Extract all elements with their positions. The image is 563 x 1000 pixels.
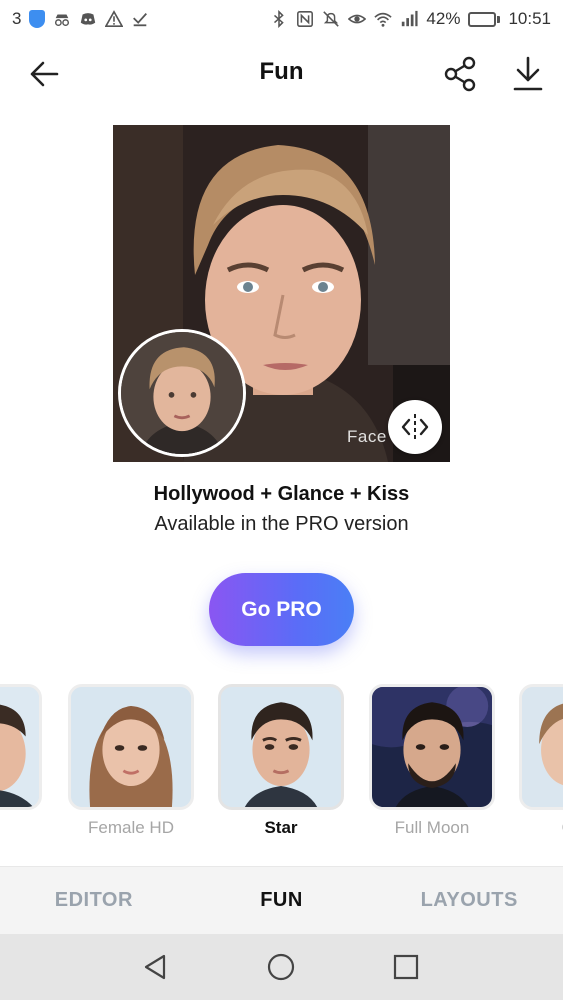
tab-fun[interactable]: FUN <box>188 867 376 934</box>
original-face-photo <box>121 332 243 454</box>
filter-label: Full Moon <box>394 818 470 837</box>
bottom-tab-bar: EDITOR FUN LAYOUTS <box>0 866 563 934</box>
signal-icon <box>400 10 418 28</box>
tab-editor[interactable]: EDITOR <box>0 867 188 934</box>
status-bar: 3 42% 10:51 <box>0 0 563 38</box>
go-pro-button[interactable]: Go PRO <box>209 573 354 646</box>
incognito-icon <box>53 10 71 28</box>
checkmark-icon <box>131 10 149 28</box>
nav-recents-button[interactable] <box>388 949 424 985</box>
shield-icon <box>29 10 46 28</box>
nav-back-button[interactable] <box>138 949 174 985</box>
filter-thumbnail[interactable] <box>68 684 194 810</box>
status-left: 3 <box>12 9 149 29</box>
wifi-icon <box>374 10 393 28</box>
discord-icon <box>79 10 97 28</box>
filter-label: Female HD <box>88 818 174 837</box>
warning-icon <box>105 10 124 28</box>
bluetooth-icon <box>270 10 288 28</box>
download-icon <box>513 56 543 91</box>
nav-home-button[interactable] <box>263 949 299 985</box>
nav-home-icon <box>267 953 295 981</box>
system-nav-bar <box>0 934 563 1000</box>
battery-percent: 42% <box>426 9 461 28</box>
original-photo-inset[interactable] <box>118 329 246 457</box>
watermark: Face <box>347 427 387 446</box>
compare-button[interactable] <box>388 400 442 454</box>
filter-carousel[interactable]: e Female HD Star Full Moon Genc <box>0 680 563 850</box>
filter-label: Genc <box>497 818 563 838</box>
nav-recents-icon <box>393 954 419 980</box>
back-arrow-icon <box>30 61 59 87</box>
tab-layouts[interactable]: LAYOUTS <box>375 867 563 934</box>
filter-thumbnail[interactable] <box>218 684 344 810</box>
compare-arrows-icon <box>401 414 429 440</box>
top-app-bar: Fun <box>0 38 563 110</box>
mute-icon <box>322 10 340 28</box>
back-button[interactable] <box>22 52 66 96</box>
filter-label: Star <box>264 818 298 837</box>
share-icon <box>444 56 476 92</box>
preview-image[interactable]: Face <box>113 125 450 462</box>
battery-icon <box>468 11 501 27</box>
nav-back-icon <box>144 954 166 980</box>
filter-thumbnail[interactable] <box>369 684 495 810</box>
pro-availability-note: Available in the PRO version <box>154 513 409 535</box>
eye-icon <box>348 10 367 28</box>
filter-combo-title: Hollywood + Glance + Kiss <box>153 483 410 505</box>
filter-thumbnail[interactable] <box>519 684 563 810</box>
clock: 10:51 <box>508 9 551 28</box>
download-button[interactable] <box>506 52 550 96</box>
share-button[interactable] <box>438 52 482 96</box>
nfc-icon <box>296 10 314 28</box>
filter-thumbnail[interactable] <box>0 684 42 810</box>
notification-count: 3 <box>12 9 22 28</box>
status-right: 42% 10:51 <box>270 9 551 29</box>
